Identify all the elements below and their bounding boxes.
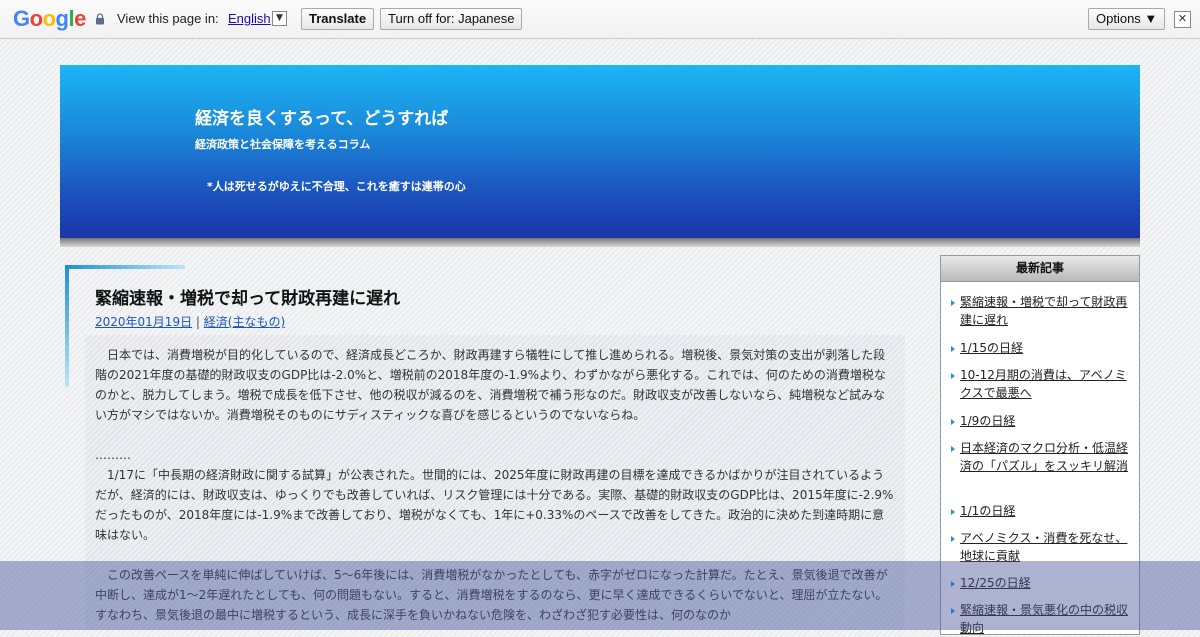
post-paragraph: 日本では、消費増税が目的化しているので、経済成長どころか、財政再建すら犠牲にして…	[95, 348, 886, 422]
bullet-icon	[951, 373, 955, 379]
post-title[interactable]: 緊縮速報・増税で却って財政再建に遅れ	[95, 284, 400, 309]
bullet-icon	[951, 419, 955, 425]
view-page-label: View this page in:	[117, 11, 219, 26]
post-corner-decoration	[65, 265, 185, 269]
meta-separator: |	[192, 315, 204, 329]
recent-post-link[interactable]: 1/9の日経	[960, 412, 1135, 430]
recent-post-link[interactable]: 1/15の日経	[960, 339, 1135, 357]
bullet-icon	[951, 509, 955, 515]
header-shadow	[60, 238, 1140, 247]
post-date-link[interactable]: 2020年01月19日	[95, 315, 192, 329]
logo-letter: o	[42, 6, 56, 31]
recent-post-link[interactable]: 日本経済のマクロ分析・低温経済の「パズル」をスッキリ解消	[960, 439, 1135, 475]
recent-post-link[interactable]: 10-12月期の消費は、アベノミクスで最悪へ	[960, 366, 1135, 402]
language-link[interactable]: English	[228, 11, 271, 26]
bullet-icon	[951, 536, 955, 542]
language-dropdown-icon[interactable]: ▼	[272, 11, 287, 26]
logo-letter: e	[74, 6, 86, 31]
post-paragraph: ……… 1/17に「中長期の経済財政に関する試算」が公表された。世間的には、20…	[95, 448, 894, 542]
recent-post-link[interactable]: アベノミクス・消費を死なせ、地球に貢献	[960, 529, 1135, 565]
post-corner-decoration	[65, 265, 69, 387]
bullet-icon	[951, 300, 955, 306]
bottom-overlay	[0, 561, 1200, 630]
post-category-link[interactable]: 経済(主なもの)	[204, 315, 285, 329]
close-icon[interactable]: ✕	[1174, 11, 1191, 28]
post-meta: 2020年01月19日 | 経済(主なもの)	[95, 313, 285, 330]
recent-post-link[interactable]: 緊縮速報・増税で却って財政再建に遅れ	[960, 293, 1135, 329]
site-title[interactable]: 経済を良くするって、どうすれば	[195, 104, 448, 129]
logo-letter: g	[55, 6, 69, 31]
lock-icon	[96, 13, 104, 25]
sidebar-heading: 最新記事	[941, 256, 1139, 282]
translate-button[interactable]: Translate	[301, 8, 375, 30]
options-button[interactable]: Options ▼	[1088, 8, 1166, 30]
logo-letter: o	[29, 6, 43, 31]
translate-bar: Google View this page in: English ▼ Tran…	[0, 0, 1200, 39]
logo-letter: G	[13, 6, 30, 31]
site-description: 経済政策と社会保障を考えるコラム	[195, 138, 371, 151]
bullet-icon	[951, 346, 955, 352]
google-logo: Google	[13, 6, 86, 32]
turn-off-button[interactable]: Turn off for: Japanese	[380, 8, 523, 30]
recent-post-link[interactable]: 1/1の日経	[960, 502, 1135, 520]
bullet-icon	[951, 446, 955, 452]
site-motto: *人は死せるがゆえに不合理、これを癒すは連帯の心	[207, 180, 466, 193]
blog-header	[60, 65, 1140, 240]
